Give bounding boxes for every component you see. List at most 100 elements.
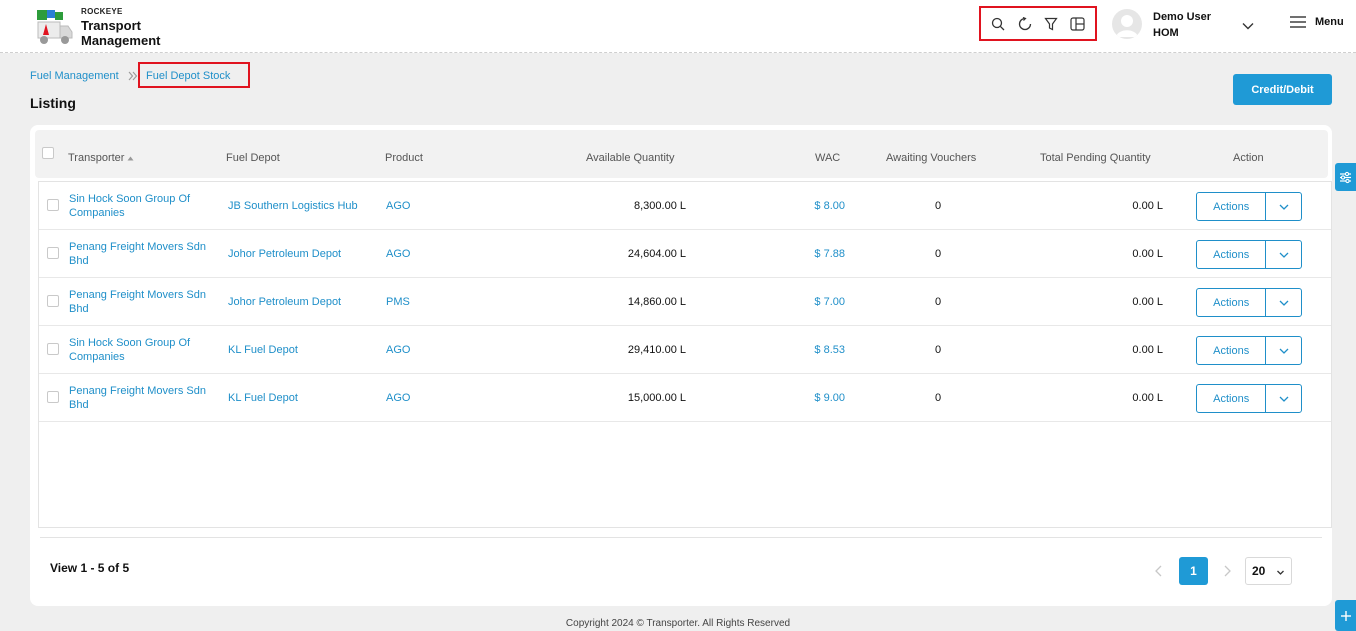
fuel-depot-link[interactable]: KL Fuel Depot (228, 344, 298, 356)
row-checkbox[interactable] (47, 343, 59, 355)
transporter-link[interactable]: Sin Hock Soon Group Of Companies (69, 192, 219, 220)
awaiting-vouchers: 0 (935, 392, 942, 404)
table-row: Penang Freight Movers Sdn Bhd KL Fuel Dep… (39, 374, 1331, 422)
transporter-link[interactable]: Sin Hock Soon Group Of Companies (69, 336, 219, 364)
toolbar-highlight (979, 6, 1097, 41)
wac-link[interactable]: $ 9.00 (784, 392, 845, 404)
chevron-down-icon (1279, 204, 1289, 210)
actions-dropdown-toggle[interactable] (1266, 337, 1301, 364)
transporter-link[interactable]: Penang Freight Movers Sdn Bhd (69, 240, 219, 268)
table-row: Sin Hock Soon Group Of Companies KL Fuel … (39, 326, 1331, 374)
column-action: Action (1233, 152, 1264, 164)
product-link[interactable]: PMS (386, 296, 410, 308)
double-chevron-right-icon (128, 71, 138, 81)
available-quantity: 15,000.00 L (627, 392, 686, 404)
user-menu-toggle[interactable] (1240, 18, 1256, 34)
filter-button[interactable] (1040, 13, 1062, 35)
fuel-depot-link[interactable]: KL Fuel Depot (228, 392, 298, 404)
app-logo[interactable] (34, 8, 74, 46)
column-awaiting-vouchers: Awaiting Vouchers (886, 152, 977, 164)
fuel-depot-link[interactable]: Johor Petroleum Depot (228, 248, 341, 260)
user-role: HOM (1153, 27, 1179, 39)
actions-dropdown-toggle[interactable] (1266, 193, 1301, 220)
total-pending-quantity: 0.00 L (1132, 200, 1163, 212)
menu-label: Menu (1315, 16, 1344, 28)
actions-dropdown-toggle[interactable] (1266, 289, 1301, 316)
row-checkbox[interactable] (47, 247, 59, 259)
awaiting-vouchers: 0 (935, 200, 942, 212)
table-row: Penang Freight Movers Sdn Bhd Johor Petro… (39, 278, 1331, 326)
fuel-depot-link[interactable]: JB Southern Logistics Hub (228, 200, 358, 212)
sort-up-icon (127, 156, 134, 160)
chevron-left-icon[interactable] (1152, 563, 1166, 579)
settings-panel-toggle[interactable] (1335, 163, 1356, 191)
fuel-depot-link[interactable]: Johor Petroleum Depot (228, 296, 341, 308)
breadcrumb-fuel-depot-stock[interactable]: Fuel Depot Stock (146, 70, 230, 82)
chevron-down-icon (1277, 570, 1284, 575)
column-transporter[interactable]: Transporter (68, 152, 134, 164)
brand-name: ROCKEYE Transport Management (81, 7, 161, 49)
available-quantity: 14,860.00 L (627, 296, 686, 308)
breadcrumb-fuel-management[interactable]: Fuel Management (30, 70, 119, 82)
actions-button[interactable]: Actions (1197, 241, 1267, 268)
chevron-down-icon (1279, 300, 1289, 306)
actions-button[interactable]: Actions (1197, 193, 1267, 220)
row-checkbox[interactable] (47, 199, 59, 211)
wac-link[interactable]: $ 8.00 (784, 200, 845, 212)
select-all-checkbox[interactable] (42, 147, 54, 159)
menu-button[interactable]: Menu (1290, 16, 1344, 28)
row-checkbox[interactable] (47, 391, 59, 403)
page-title: Listing (30, 95, 76, 111)
view-count: View 1 - 5 of 5 (50, 561, 130, 575)
chevron-right-icon[interactable] (1220, 563, 1234, 579)
actions-button[interactable]: Actions (1197, 337, 1267, 364)
actions-split-button: Actions (1196, 288, 1302, 317)
brand-line2: Management (81, 33, 161, 48)
chevron-down-icon (1279, 396, 1289, 402)
table-header: Transporter Fuel Depot Product Available… (35, 130, 1328, 178)
transporter-link[interactable]: Penang Freight Movers Sdn Bhd (69, 288, 219, 316)
settings-sliders-icon (1340, 171, 1351, 183)
refresh-icon (1018, 16, 1031, 30)
per-page-select[interactable]: 20 (1245, 557, 1292, 585)
search-button[interactable] (987, 13, 1009, 35)
refresh-button[interactable] (1014, 13, 1036, 35)
page-button-current[interactable]: 1 (1179, 557, 1208, 585)
credit-debit-button[interactable]: Credit/Debit (1233, 74, 1332, 105)
available-quantity: 24,604.00 L (627, 248, 686, 260)
column-transporter-label: Transporter (68, 152, 125, 164)
wac-link[interactable]: $ 7.88 (784, 248, 845, 260)
total-pending-quantity: 0.00 L (1132, 296, 1163, 308)
column-fuel-depot: Fuel Depot (226, 152, 280, 164)
available-quantity: 29,410.00 L (627, 344, 686, 356)
actions-button[interactable]: Actions (1197, 289, 1267, 316)
wac-link[interactable]: $ 8.53 (784, 344, 845, 356)
actions-dropdown-toggle[interactable] (1266, 241, 1301, 268)
wac-link[interactable]: $ 7.00 (784, 296, 845, 308)
product-link[interactable]: AGO (386, 200, 410, 212)
avatar[interactable] (1112, 9, 1142, 39)
column-wac: WAC (815, 152, 841, 164)
actions-button[interactable]: Actions (1197, 385, 1267, 412)
awaiting-vouchers: 0 (935, 296, 942, 308)
user-name: Demo User (1153, 11, 1212, 23)
product-link[interactable]: AGO (386, 248, 410, 260)
actions-split-button: Actions (1196, 336, 1302, 365)
product-link[interactable]: AGO (386, 392, 410, 404)
copyright: Copyright 2024 © Transporter. All Rights… (565, 618, 791, 629)
search-icon (992, 17, 1005, 30)
brand-line1: Transport (81, 18, 141, 33)
chevron-down-icon (1279, 348, 1289, 354)
add-button[interactable] (1335, 600, 1356, 631)
actions-split-button: Actions (1196, 192, 1302, 221)
columns-icon (1070, 16, 1085, 31)
columns-button[interactable] (1067, 13, 1089, 35)
per-page-value: 20 (1252, 564, 1266, 578)
product-link[interactable]: AGO (386, 344, 410, 356)
column-available-quantity: Available Quantity (586, 152, 675, 164)
row-checkbox[interactable] (47, 295, 59, 307)
brand-small: ROCKEYE (81, 7, 123, 16)
table-row: Penang Freight Movers Sdn Bhd Johor Petro… (39, 230, 1331, 278)
transporter-link[interactable]: Penang Freight Movers Sdn Bhd (69, 384, 219, 412)
actions-dropdown-toggle[interactable] (1266, 385, 1301, 412)
